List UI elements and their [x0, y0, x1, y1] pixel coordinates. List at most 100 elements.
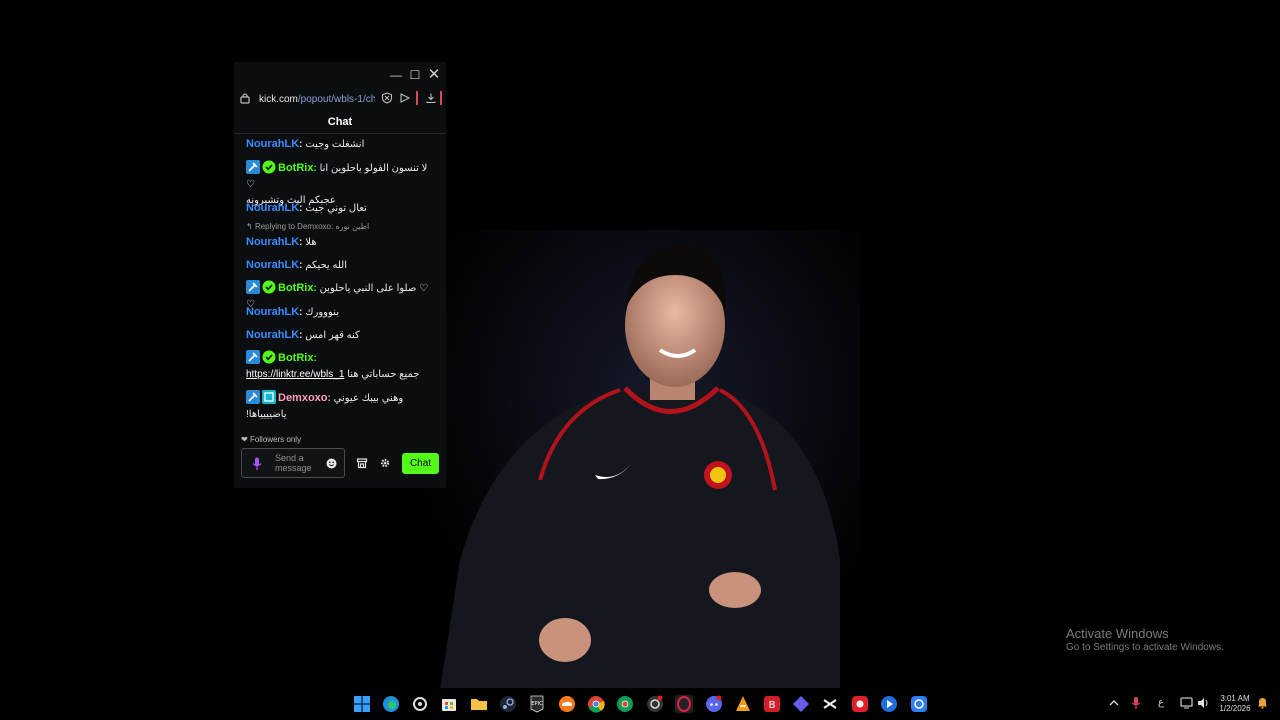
chat-message: NourahLK: هلا [246, 236, 317, 248]
url-host: kick.com [259, 94, 298, 105]
message-text: تعال توني جيت [305, 203, 367, 214]
placeholder-line: message [275, 463, 312, 473]
verified-badge-icon [262, 280, 276, 294]
chat-message: NourahLK: كنه قهر امس [246, 329, 360, 341]
clock[interactable]: 3:01 AM 1/2/2026 [1216, 694, 1254, 714]
clock-time: 3:01 AM [1220, 694, 1250, 703]
epic-games-icon[interactable]: EPIC [528, 695, 546, 713]
reply-snippet: اطين نوره [335, 222, 370, 231]
svg-text:EPIC: EPIC [531, 701, 543, 707]
send-tab-icon[interactable] [399, 92, 411, 104]
pickaxe-badge-icon [246, 280, 260, 294]
chat-message: NourahLK: انشغلت وجيت [246, 138, 365, 150]
microphone-tray-icon[interactable] [1130, 696, 1142, 710]
shield-icon[interactable] [381, 92, 393, 104]
address-bar[interactable]: kick.com/popout/wbls-1/cha [234, 88, 446, 110]
notification-bell-icon[interactable] [1257, 697, 1268, 709]
reply-target: Replying to Demxoxo: [254, 222, 334, 231]
gear-icon[interactable] [379, 457, 391, 469]
username[interactable]: BotRix [278, 352, 313, 364]
chrome-icon[interactable] [587, 695, 605, 713]
volume-icon[interactable] [1197, 697, 1210, 709]
microphone-icon[interactable] [252, 457, 262, 471]
download-icon[interactable] [425, 92, 437, 104]
placeholder-line: Send a [275, 453, 304, 463]
verified-badge-icon [262, 160, 276, 174]
steam-like-icon[interactable] [411, 695, 429, 713]
followers-only-label: Followers only [249, 435, 302, 444]
pickaxe-badge-icon [246, 350, 260, 364]
message-text: كنه قهر امس [305, 330, 360, 341]
followers-only-notice: ❤ Followers only [241, 435, 301, 444]
username[interactable]: NourahLK [246, 236, 299, 248]
chat-messages[interactable]: NourahLK: انشغلت وجيت BotRix: لا تنسون ا… [234, 136, 446, 432]
message-text: جميع حساباتي هنا [347, 369, 420, 380]
message-text: وهني بيبك عيوني [333, 393, 404, 404]
app-blue-icon[interactable] [910, 695, 928, 713]
message-text: انشغلت وجيت [305, 139, 365, 150]
username[interactable]: NourahLK [246, 259, 299, 271]
emoji-icon[interactable] [326, 458, 337, 469]
media-player-icon[interactable] [880, 695, 898, 713]
taskbar: EPIC B ع 3:01 AM 1/2/2026 [0, 688, 1280, 720]
chat-message: NourahLK: الله يحيكم [246, 259, 347, 271]
reply-context[interactable]: ↰ Replying to Demxoxo: اطين نوره [246, 222, 369, 231]
message-text: هلا [305, 237, 317, 248]
clock-date: 1/2/2026 [1219, 704, 1251, 713]
desktop: — ☐ ✕ kick.com/popout/wbls-1/cha Chat No… [0, 0, 1280, 720]
chat-message: NourahLK: بنووورك [246, 306, 339, 318]
vlc-like-icon[interactable] [734, 695, 752, 713]
capcut-like-icon[interactable] [821, 695, 839, 713]
subscriber-badge-icon [262, 390, 276, 404]
chevron-up-icon[interactable] [1108, 697, 1120, 709]
minimize-button[interactable]: — [389, 68, 403, 82]
launcher-diamond-icon[interactable] [792, 695, 810, 713]
message-text: الله يحيكم [305, 260, 347, 271]
username[interactable]: NourahLK [246, 306, 299, 318]
divider [440, 91, 442, 105]
username[interactable]: NourahLK [246, 138, 299, 150]
svg-text:B: B [769, 700, 776, 711]
chat-message: Demxoxo: وهني بيبك عيوني ياضيييياها! [246, 390, 404, 420]
bandicam-like-icon[interactable]: B [763, 695, 781, 713]
watermark-subtitle: Go to Settings to activate Windows. [1066, 642, 1224, 653]
send-chat-button[interactable]: Chat [402, 453, 439, 474]
title-bar: — ☐ ✕ [234, 62, 446, 88]
username[interactable]: Demxoxo [278, 392, 328, 404]
pickaxe-badge-icon [246, 390, 260, 404]
username[interactable]: BotRix [278, 162, 313, 174]
file-explorer-icon[interactable] [470, 695, 488, 713]
heart-icon: ❤ [241, 435, 250, 444]
edge-browser-icon[interactable] [382, 695, 400, 713]
message-placeholder: Send a message [275, 453, 325, 473]
opera-gx-icon[interactable] [675, 695, 693, 713]
message-link[interactable]: https://linktr.ee/wbls_1 [246, 369, 344, 380]
recorder-icon[interactable] [851, 695, 869, 713]
chat-popout-window: — ☐ ✕ kick.com/popout/wbls-1/cha Chat No… [234, 62, 446, 488]
network-icon[interactable] [1180, 697, 1193, 709]
wallpaper-player-image [420, 230, 860, 690]
username[interactable]: NourahLK [246, 329, 299, 341]
chrome-profile-icon[interactable] [616, 695, 634, 713]
message-input[interactable]: Send a message [241, 448, 345, 478]
discord-icon[interactable] [705, 695, 723, 713]
activate-windows-watermark: Activate Windows Go to Settings to activ… [1066, 626, 1224, 653]
verified-badge-icon [262, 350, 276, 364]
steam-icon[interactable] [499, 695, 517, 713]
lock-icon [240, 93, 250, 104]
username[interactable]: BotRix [278, 282, 313, 294]
soundcloud-like-icon[interactable] [558, 695, 576, 713]
store-icon[interactable] [356, 457, 368, 469]
close-button[interactable]: ✕ [427, 67, 441, 82]
url-text[interactable]: kick.com/popout/wbls-1/cha [259, 94, 375, 105]
github-desktop-icon[interactable] [646, 695, 664, 713]
watermark-title: Activate Windows [1066, 626, 1169, 641]
windows-start-icon[interactable] [353, 695, 371, 713]
message-text: بنووورك [305, 307, 339, 318]
input-language-indicator[interactable]: ع [1158, 697, 1164, 708]
message-text: ياضيييياها! [246, 409, 287, 420]
store-app-icon[interactable] [440, 695, 458, 713]
maximize-button[interactable]: ☐ [408, 68, 422, 82]
chat-message: BotRix: https://linktr.ee/wbls_1 جميع حس… [246, 350, 420, 380]
username[interactable]: NourahLK [246, 202, 299, 214]
